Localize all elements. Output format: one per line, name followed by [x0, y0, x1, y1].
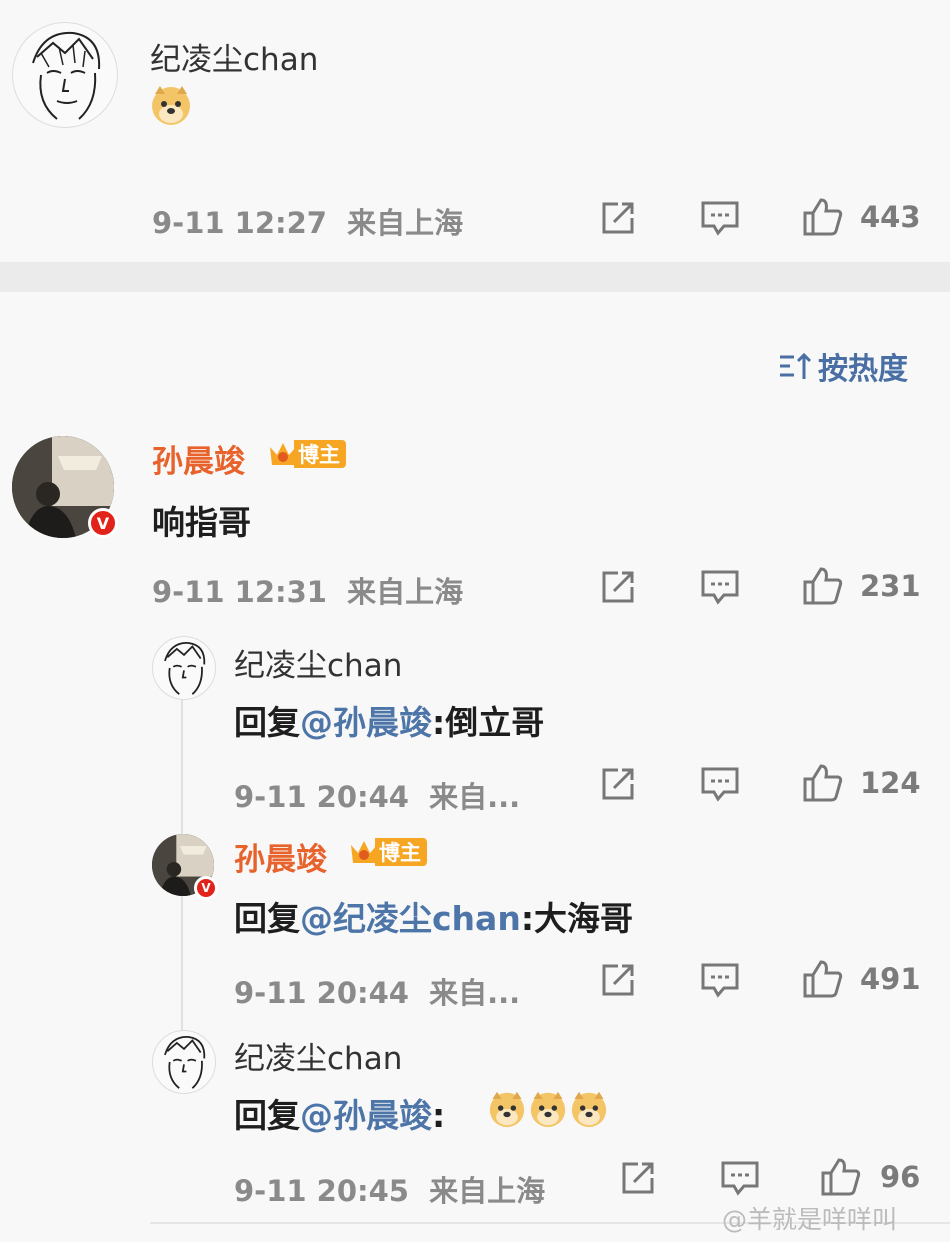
comment-timestamp: 9-11 20:44 来自... [234, 970, 520, 1012]
doge-emoji-icon [530, 1091, 566, 1128]
badge-text: 博主 [294, 440, 346, 468]
location-text: 来自上海 [429, 1174, 546, 1208]
verified-badge-icon: V [88, 508, 118, 538]
comment-icon[interactable] [720, 1160, 760, 1196]
reply-text: 回复@孙晨竣:倒立哥 [234, 696, 544, 744]
blogger-badge: 博主 [349, 835, 427, 869]
comment-timestamp: 9-11 20:44 来自... [234, 774, 520, 816]
like-icon[interactable] [802, 959, 844, 999]
share-icon[interactable] [600, 569, 636, 605]
like-icon[interactable] [802, 566, 844, 606]
reply-text: 回复@孙晨竣: [234, 1089, 445, 1137]
comment-icon[interactable] [700, 766, 740, 802]
username[interactable]: 孙晨竣 [152, 436, 245, 481]
like-count: 231 [860, 569, 921, 603]
share-icon[interactable] [600, 962, 636, 998]
avatar[interactable]: V [152, 834, 218, 900]
comment-timestamp: 9-11 12:27 来自上海 [152, 200, 463, 242]
location-text: 来自上海 [347, 206, 464, 240]
like-count: 491 [860, 962, 921, 996]
reply-text: 回复@纪凌尘chan:大海哥 [234, 892, 633, 940]
reply-content: :大海哥 [520, 899, 634, 938]
reply-prefix: 回复 [234, 703, 300, 742]
doge-emoji-icon [489, 1091, 525, 1128]
time-text: 9-11 12:31 [152, 575, 327, 609]
location-text: 来自... [429, 780, 521, 814]
comment-timestamp: 9-11 12:31 来自上海 [152, 569, 463, 611]
location-text: 来自... [429, 976, 521, 1010]
sort-icon [780, 352, 812, 379]
username[interactable]: 孙晨竣 [234, 834, 327, 879]
like-icon[interactable] [820, 1157, 862, 1197]
username[interactable]: 纪凌尘chan [150, 34, 318, 79]
reply-prefix: 回复 [234, 899, 300, 938]
avatar[interactable] [12, 22, 118, 128]
comment-icon[interactable] [700, 200, 740, 236]
time-text: 9-11 20:44 [234, 976, 409, 1010]
share-icon[interactable] [600, 200, 636, 236]
time-text: 9-11 12:27 [152, 206, 327, 240]
sketch-avatar-icon [164, 642, 206, 695]
mention-link[interactable]: @纪凌尘chan [300, 899, 521, 938]
reply-content: : [432, 1096, 446, 1135]
like-icon[interactable] [802, 197, 844, 237]
watermark: @羊就是咩咩叫 [722, 1205, 898, 1234]
reply-prefix: 回复 [234, 1096, 300, 1135]
section-divider [0, 262, 950, 292]
comment-timestamp: 9-11 20:45 来自上海 [234, 1168, 545, 1210]
blogger-badge: 博主 [268, 437, 346, 471]
share-icon[interactable] [600, 766, 636, 802]
like-count: 96 [880, 1160, 921, 1194]
share-icon[interactable] [620, 1160, 656, 1196]
reply-content: :倒立哥 [432, 703, 545, 742]
like-count: 443 [860, 200, 921, 234]
avatar[interactable] [152, 1030, 216, 1094]
location-text: 来自上海 [347, 575, 464, 609]
avatar[interactable]: V [12, 436, 118, 538]
like-count: 124 [860, 766, 921, 800]
sketch-avatar-icon [164, 1036, 206, 1089]
mention-link[interactable]: @孙晨竣 [300, 703, 432, 742]
comment-text: 响指哥 [152, 503, 251, 542]
like-icon[interactable] [802, 763, 844, 803]
badge-text: 博主 [375, 838, 427, 866]
sketch-avatar-icon [32, 31, 101, 120]
comment-icon[interactable] [700, 962, 740, 998]
username[interactable]: 纪凌尘chan [234, 1033, 402, 1078]
doge-emoji-icon [571, 1091, 607, 1128]
avatar[interactable] [152, 636, 216, 700]
time-text: 9-11 20:45 [234, 1174, 409, 1208]
sort-button[interactable]: 按热度 [778, 344, 908, 388]
doge-emoji-icon [152, 86, 190, 125]
verified-badge-icon: V [194, 876, 218, 900]
username[interactable]: 纪凌尘chan [234, 640, 402, 685]
mention-link[interactable]: @孙晨竣 [300, 1096, 432, 1135]
comment-icon[interactable] [700, 569, 740, 605]
time-text: 9-11 20:44 [234, 780, 409, 814]
sort-label: 按热度 [818, 352, 908, 387]
